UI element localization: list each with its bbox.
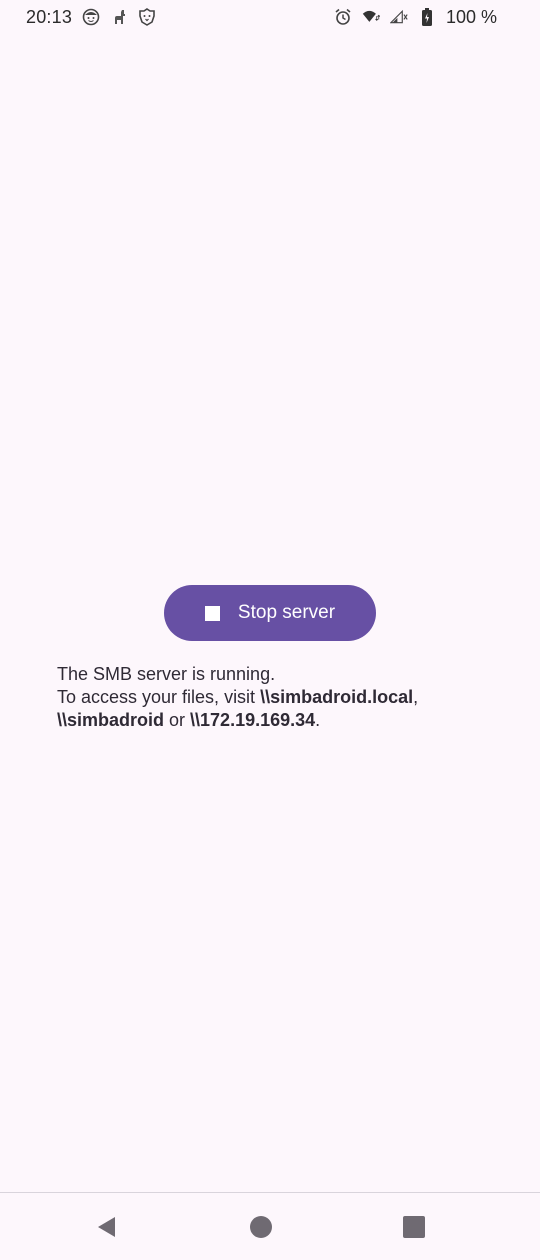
word-or: or [164,710,191,730]
face-icon [82,8,100,26]
battery-percent: 100 % [445,6,497,27]
stop-icon [204,605,220,621]
lion-icon [138,8,156,26]
battery-icon [418,8,436,26]
period: . [315,710,321,730]
llama-icon [110,8,128,26]
back-triangle-icon [98,1216,115,1237]
status-left: 20:13 [26,7,156,28]
stop-server-button[interactable]: Stop server [164,585,376,641]
back-button[interactable] [94,1213,122,1241]
home-button[interactable] [247,1213,275,1241]
address-host: \\simbadroid [57,710,165,730]
access-instructions: To access your files, visit \\simbadroid… [57,686,497,732]
wifi-icon [362,8,380,26]
address-local: \\simbadroid.local [260,687,414,707]
access-prefix: To access your files, visit [57,687,261,707]
stop-server-label: Stop server [237,602,336,623]
navigation-bar [0,1192,540,1260]
main-content: Stop server The SMB server is running. T… [0,34,540,1192]
status-bar: 20:13 100 % [0,0,540,34]
address-ip: \\172.19.169.34 [190,710,316,730]
status-line: The SMB server is running. [57,664,276,684]
signal-icon [389,8,408,26]
separator-comma: , [413,687,419,707]
status-right: 100 % [334,7,497,28]
recents-square-icon [403,1215,425,1238]
status-time: 20:13 [26,6,73,27]
recents-button[interactable] [400,1213,428,1241]
server-status-message: The SMB server is running. To access you… [57,663,497,732]
alarm-icon [334,8,352,26]
home-circle-icon [250,1215,272,1238]
